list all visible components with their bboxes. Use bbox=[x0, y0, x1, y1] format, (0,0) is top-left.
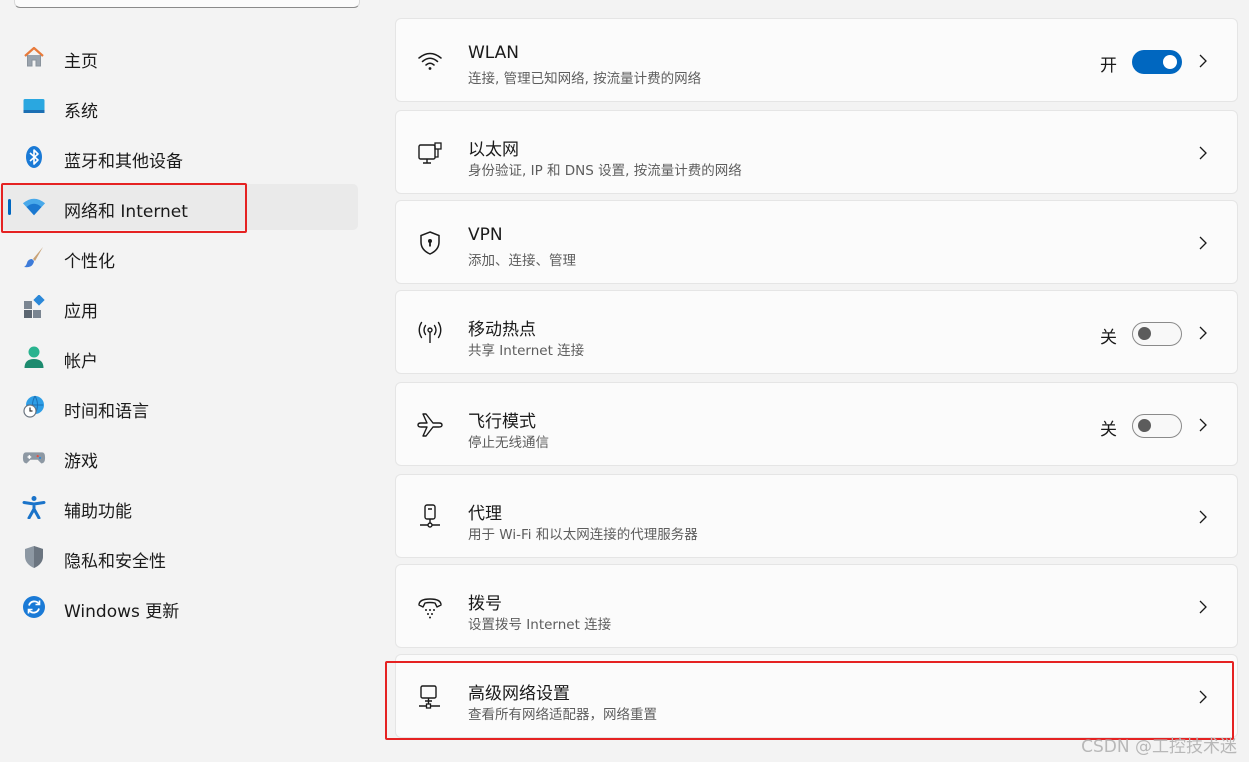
card-subtitle: 连接, 管理已知网络, 按流量计费的网络 bbox=[468, 71, 702, 87]
sidebar-item-label: 时间和语言 bbox=[64, 402, 149, 422]
settings-card-hotspot[interactable]: 移动热点 共享 Internet 连接 关 bbox=[395, 290, 1238, 374]
settings-card-vpn[interactable]: VPN 添加、连接、管理 bbox=[395, 200, 1238, 284]
sidebar-item-label: 系统 bbox=[64, 102, 98, 122]
wifi-icon bbox=[22, 195, 46, 219]
watermark: CSDN @工控技术迷 bbox=[1081, 737, 1237, 757]
hotspot-toggle[interactable] bbox=[1132, 322, 1182, 346]
chevron-right-icon bbox=[1193, 505, 1213, 529]
card-subtitle: 添加、连接、管理 bbox=[468, 253, 576, 269]
sidebar-item-windows-update[interactable]: Windows 更新 bbox=[0, 584, 358, 630]
home-icon bbox=[22, 45, 46, 69]
card-title: WLAN bbox=[468, 43, 520, 63]
card-title: 以太网 bbox=[468, 140, 519, 160]
wlan-toggle[interactable] bbox=[1132, 50, 1182, 74]
card-title: 拨号 bbox=[468, 594, 502, 614]
card-title: 移动热点 bbox=[468, 320, 536, 340]
settings-card-ethernet[interactable]: 以太网 身份验证, IP 和 DNS 设置, 按流量计费的网络 bbox=[395, 110, 1238, 194]
sidebar-item-home[interactable]: 主页 bbox=[0, 34, 358, 80]
sidebar-item-label: 帐户 bbox=[64, 352, 98, 372]
sidebar-item-label: 隐私和安全性 bbox=[64, 552, 166, 572]
settings-card-wlan[interactable]: WLAN 连接, 管理已知网络, 按流量计费的网络 开 bbox=[395, 18, 1238, 102]
chevron-right-icon bbox=[1193, 231, 1213, 255]
card-title: 代理 bbox=[468, 504, 502, 524]
card-title: 飞行模式 bbox=[468, 412, 536, 432]
airplane-toggle[interactable] bbox=[1132, 414, 1182, 438]
wifi-outline-icon bbox=[416, 47, 444, 75]
toggle-state-label: 开 bbox=[1100, 56, 1117, 76]
sidebar-item-label: 应用 bbox=[64, 302, 98, 322]
settings-card-proxy[interactable]: 代理 用于 Wi-Fi 和以太网连接的代理服务器 bbox=[395, 474, 1238, 558]
search-box[interactable] bbox=[14, 0, 360, 8]
settings-card-advanced-network[interactable]: 高级网络设置 查看所有网络适配器，网络重置 bbox=[395, 654, 1238, 738]
card-subtitle: 用于 Wi-Fi 和以太网连接的代理服务器 bbox=[468, 527, 698, 543]
settings-card-dialup[interactable]: 拨号 设置拨号 Internet 连接 bbox=[395, 564, 1238, 648]
display-icon bbox=[22, 95, 46, 119]
sidebar-item-label: Windows 更新 bbox=[64, 602, 180, 622]
chevron-right-icon bbox=[1193, 141, 1213, 165]
sidebar-item-gaming[interactable]: 游戏 bbox=[0, 434, 358, 480]
toggle-state-label: 关 bbox=[1100, 420, 1117, 440]
gamepad-icon bbox=[22, 445, 46, 469]
sidebar-item-accessibility[interactable]: 辅助功能 bbox=[0, 484, 358, 530]
proxy-icon bbox=[416, 503, 444, 531]
dialup-icon bbox=[416, 593, 444, 621]
sidebar-item-network[interactable]: 网络和 Internet bbox=[0, 184, 358, 230]
chevron-right-icon bbox=[1193, 413, 1213, 437]
sidebar-item-label: 蓝牙和其他设备 bbox=[64, 152, 183, 172]
sidebar-item-system[interactable]: 系统 bbox=[0, 84, 358, 130]
apps-icon bbox=[22, 295, 46, 319]
vpn-shield-icon bbox=[416, 229, 444, 257]
chevron-right-icon bbox=[1193, 685, 1213, 709]
sidebar-item-label: 个性化 bbox=[64, 252, 115, 272]
advanced-network-icon bbox=[416, 683, 444, 711]
chevron-right-icon bbox=[1193, 321, 1213, 345]
sidebar-item-label: 辅助功能 bbox=[64, 502, 132, 522]
card-title: 高级网络设置 bbox=[468, 684, 570, 704]
bluetooth-icon bbox=[22, 145, 46, 169]
card-subtitle: 停止无线通信 bbox=[468, 435, 549, 451]
chevron-right-icon bbox=[1193, 49, 1213, 73]
card-subtitle: 设置拨号 Internet 连接 bbox=[468, 617, 612, 633]
sidebar-item-accounts[interactable]: 帐户 bbox=[0, 334, 358, 380]
globe-clock-icon bbox=[22, 395, 46, 419]
brush-icon bbox=[22, 245, 46, 269]
update-icon bbox=[22, 595, 46, 619]
sidebar-item-apps[interactable]: 应用 bbox=[0, 284, 358, 330]
card-subtitle: 身份验证, IP 和 DNS 设置, 按流量计费的网络 bbox=[468, 163, 742, 179]
settings-card-airplane[interactable]: 飞行模式 停止无线通信 关 bbox=[395, 382, 1238, 466]
card-title: VPN bbox=[468, 225, 503, 245]
chevron-right-icon bbox=[1193, 595, 1213, 619]
airplane-icon bbox=[416, 411, 444, 439]
sidebar-item-bluetooth[interactable]: 蓝牙和其他设备 bbox=[0, 134, 358, 180]
accessibility-icon bbox=[22, 495, 46, 519]
sidebar-item-label: 主页 bbox=[64, 52, 98, 72]
sidebar-item-label: 网络和 Internet bbox=[64, 202, 188, 222]
toggle-state-label: 关 bbox=[1100, 328, 1117, 348]
shield-icon bbox=[22, 545, 46, 569]
person-icon bbox=[22, 345, 46, 369]
sidebar-nav: 主页 系统 蓝牙和其他设备 网络和 Internet 个性化 应用 帐户 时间和… bbox=[0, 34, 360, 634]
card-subtitle: 共享 Internet 连接 bbox=[468, 343, 585, 359]
sidebar-item-time-language[interactable]: 时间和语言 bbox=[0, 384, 358, 430]
sidebar-item-personalization[interactable]: 个性化 bbox=[0, 234, 358, 280]
hotspot-icon bbox=[416, 319, 444, 347]
card-subtitle: 查看所有网络适配器，网络重置 bbox=[468, 707, 657, 723]
ethernet-icon bbox=[416, 139, 444, 167]
sidebar-item-label: 游戏 bbox=[64, 452, 98, 472]
sidebar-item-privacy[interactable]: 隐私和安全性 bbox=[0, 534, 358, 580]
selection-indicator bbox=[8, 199, 11, 215]
